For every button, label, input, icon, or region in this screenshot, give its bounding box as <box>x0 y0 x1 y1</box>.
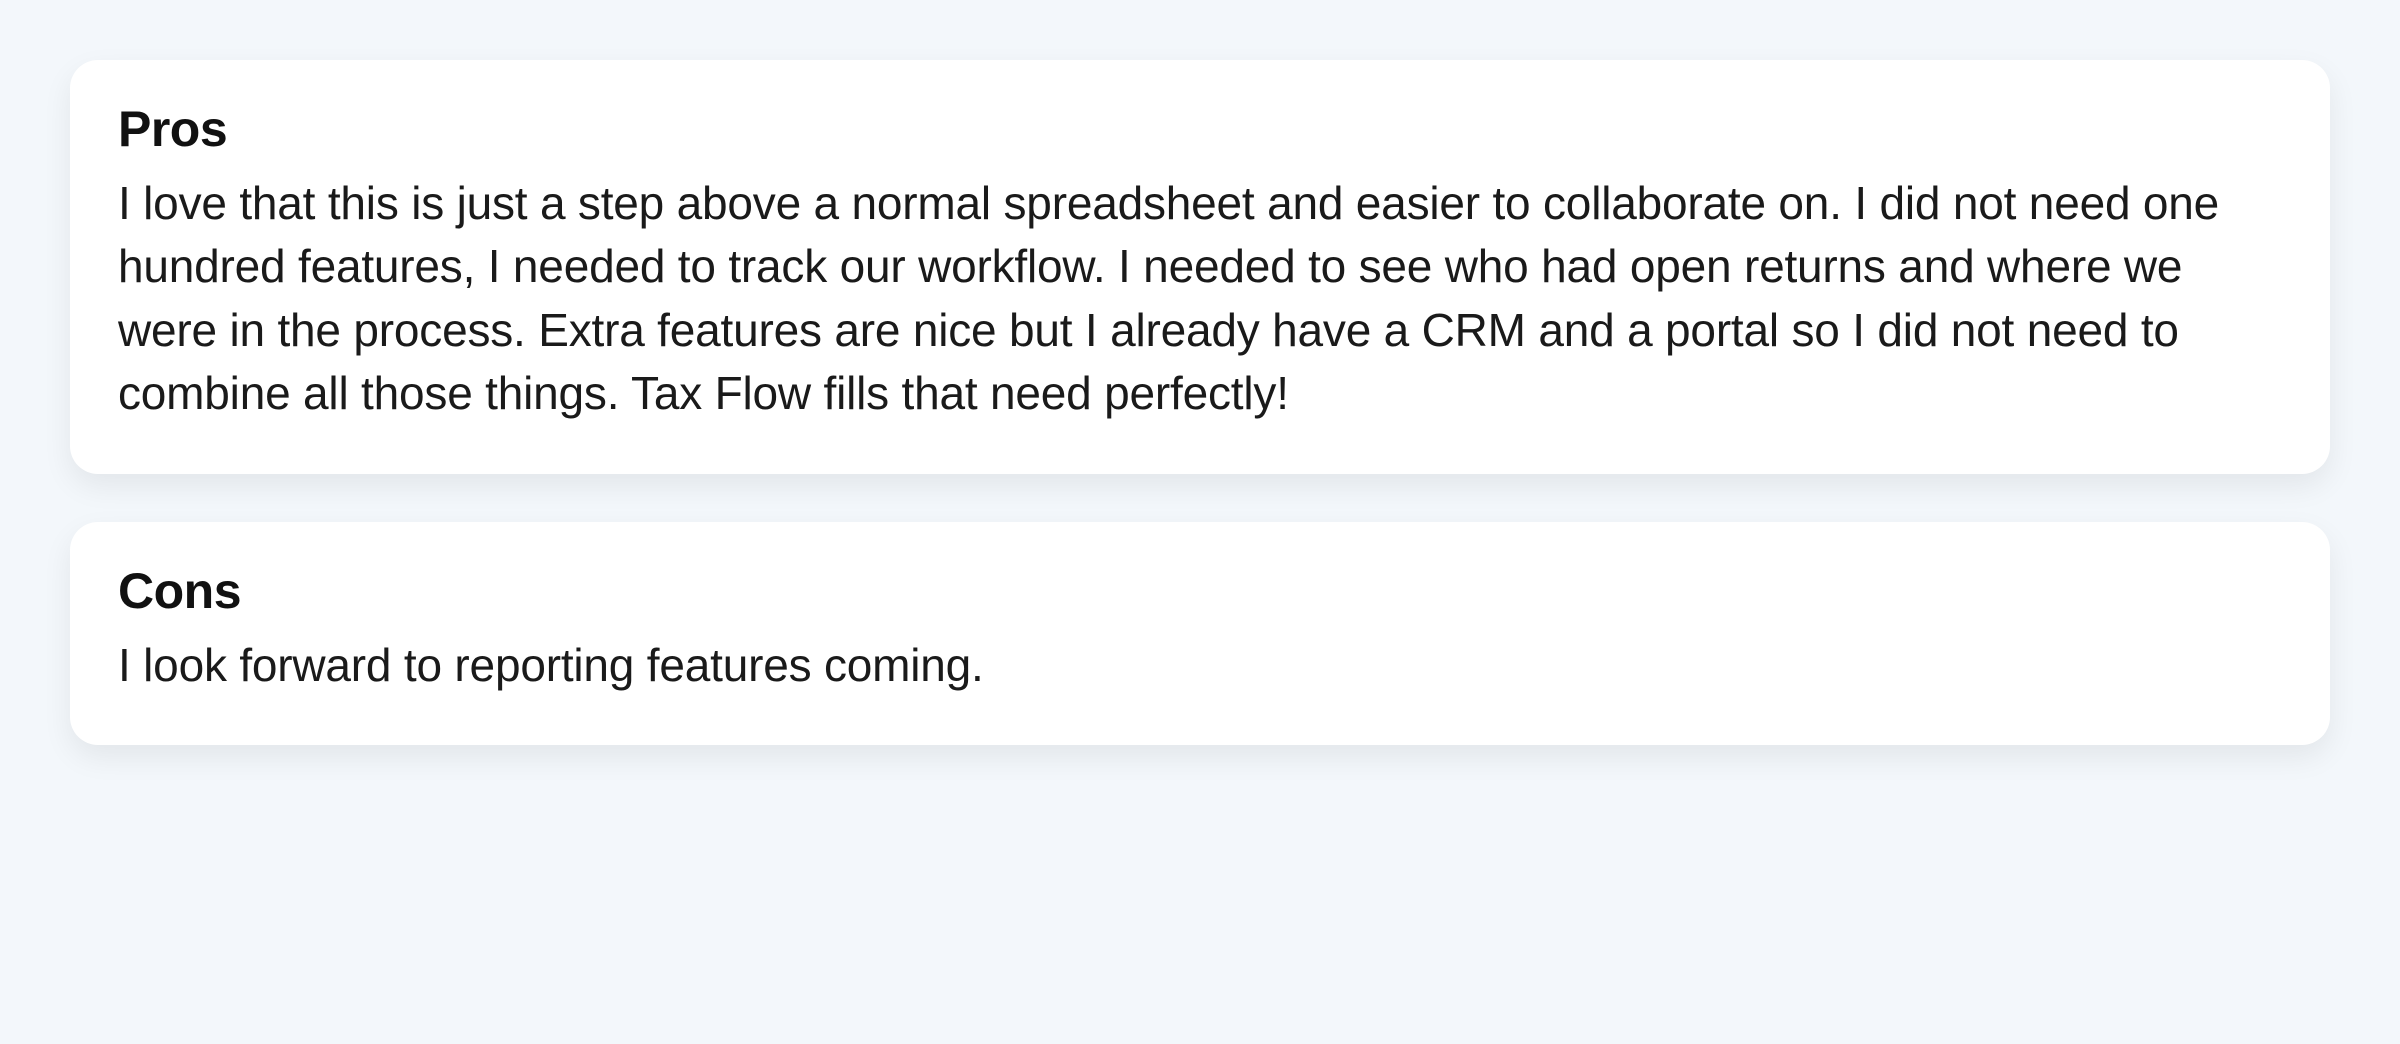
cons-card: Cons I look forward to reporting feature… <box>70 522 2330 745</box>
pros-title: Pros <box>118 100 2282 158</box>
pros-body: I love that this is just a step above a … <box>118 172 2282 426</box>
cons-body: I look forward to reporting features com… <box>118 634 2282 697</box>
cons-title: Cons <box>118 562 2282 620</box>
pros-card: Pros I love that this is just a step abo… <box>70 60 2330 474</box>
